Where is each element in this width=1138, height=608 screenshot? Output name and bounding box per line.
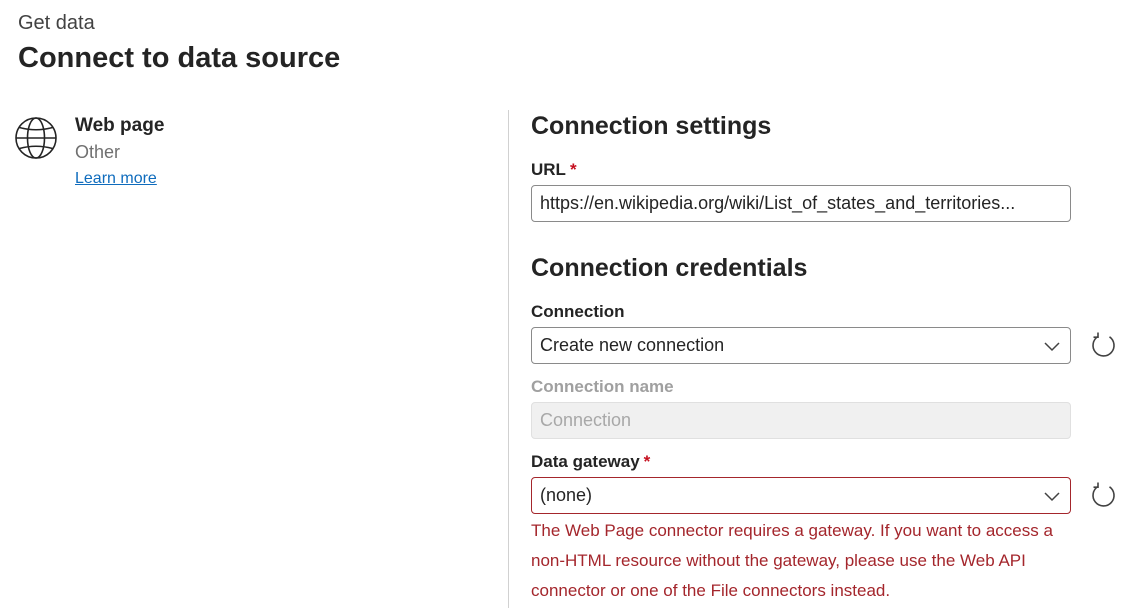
data-gateway-dropdown-value: (none)	[540, 485, 1034, 506]
breadcrumb[interactable]: Get data	[18, 12, 95, 35]
required-asterisk: *	[570, 160, 577, 179]
chevron-down-icon	[1042, 486, 1062, 506]
data-gateway-label: Data gateway*	[531, 452, 650, 472]
connection-label: Connection	[531, 302, 625, 322]
connection-dropdown[interactable]: Create new connection	[531, 327, 1071, 364]
connection-settings-heading: Connection settings	[531, 112, 771, 141]
learn-more-link[interactable]: Learn more	[75, 170, 157, 188]
data-gateway-label-text: Data gateway	[531, 452, 640, 471]
url-label: URL*	[531, 160, 577, 180]
connection-name-input[interactable]: Connection	[531, 402, 1071, 439]
url-label-text: URL	[531, 160, 566, 179]
connection-credentials-heading: Connection credentials	[531, 254, 807, 283]
connector-category: Other	[75, 142, 120, 163]
panel-divider	[508, 110, 509, 608]
connection-dropdown-value: Create new connection	[540, 335, 1034, 356]
connection-name-placeholder: Connection	[540, 410, 1062, 431]
connect-to-data-source-page: Get data Connect to data source Web page…	[0, 0, 1138, 608]
url-input[interactable]: https://en.wikipedia.org/wiki/List_of_st…	[531, 185, 1071, 222]
chevron-down-icon	[1042, 336, 1062, 356]
connection-name-label: Connection name	[531, 377, 674, 397]
page-title: Connect to data source	[18, 42, 340, 75]
refresh-icon[interactable]	[1089, 480, 1119, 510]
connector-name: Web page	[75, 115, 164, 137]
gateway-error-message: The Web Page connector requires a gatewa…	[531, 516, 1091, 606]
url-input-value: https://en.wikipedia.org/wiki/List_of_st…	[540, 193, 1062, 214]
required-asterisk: *	[644, 452, 651, 471]
refresh-icon[interactable]	[1089, 330, 1119, 360]
globe-icon	[14, 116, 58, 160]
data-gateway-dropdown[interactable]: (none)	[531, 477, 1071, 514]
